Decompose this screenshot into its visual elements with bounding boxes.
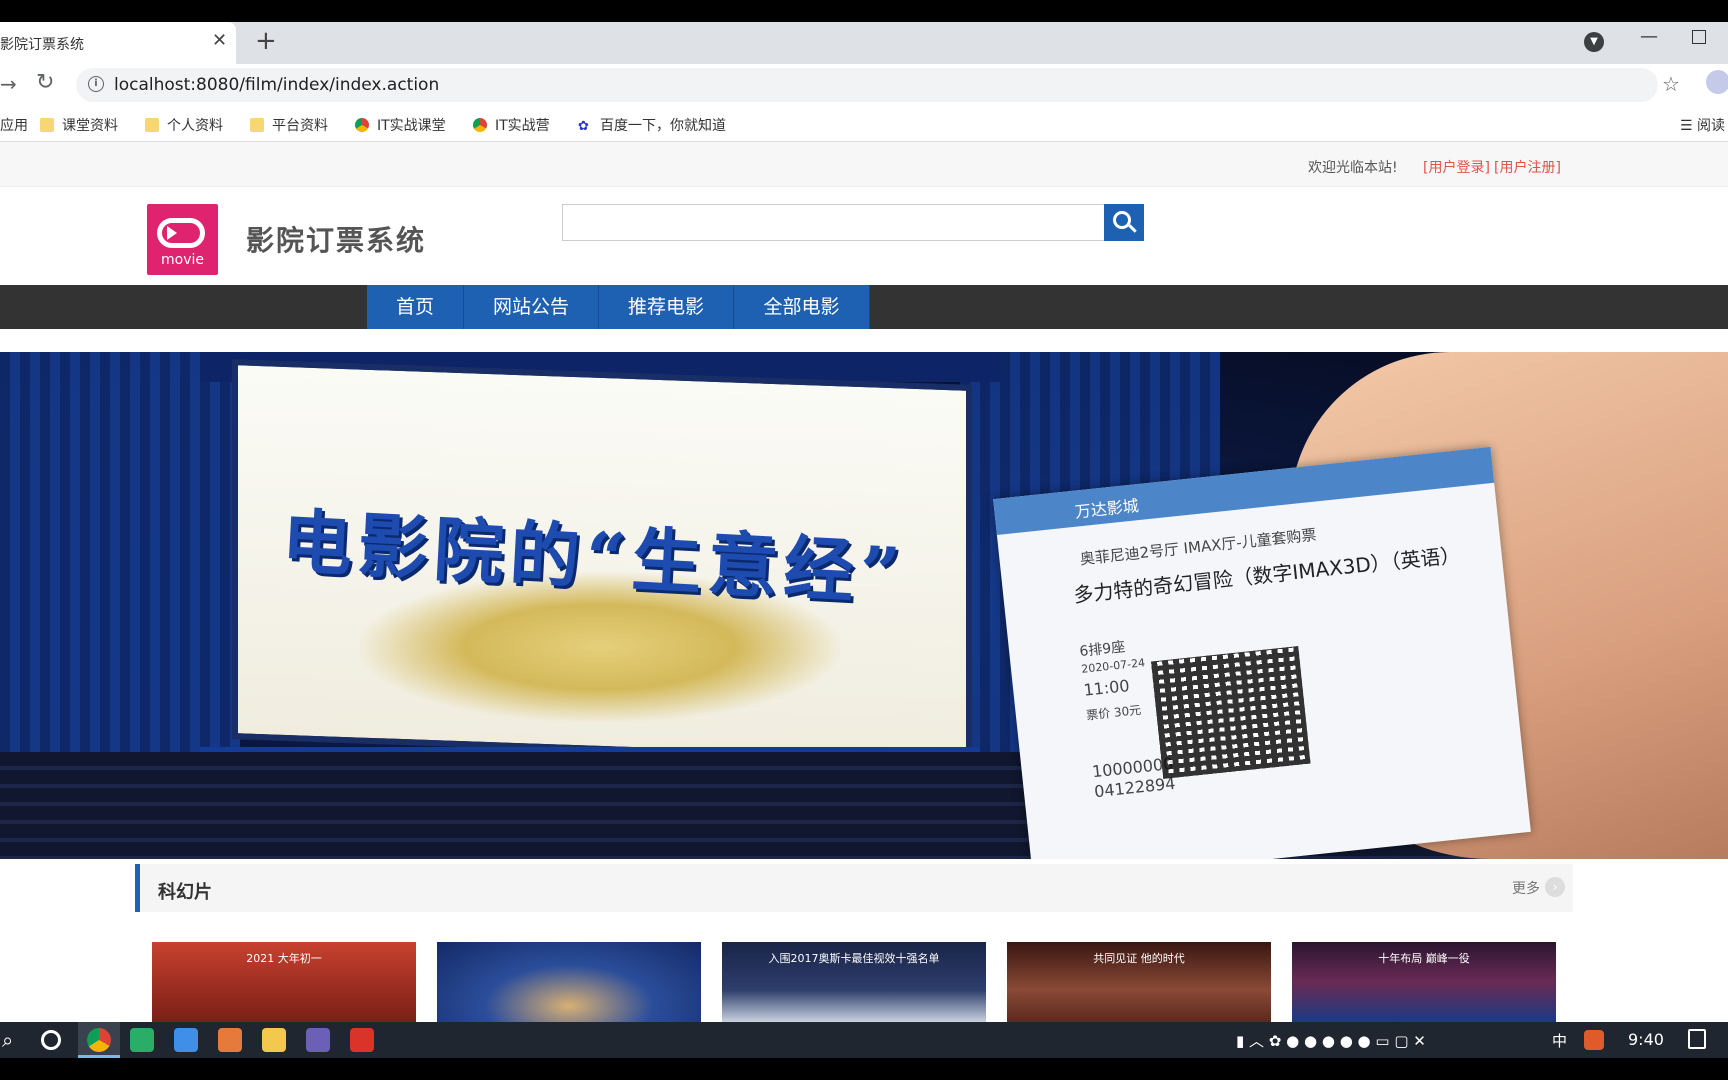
address-bar[interactable]: i localhost:8080/film/index/index.action… [76,68,1680,102]
taskbar-clock[interactable]: 9:40 [1628,1030,1664,1049]
wps-icon[interactable] [350,1028,374,1052]
app-purple-icon[interactable] [306,1028,330,1052]
bookmark-personal[interactable]: 个人资料 [145,115,223,135]
folder-icon [40,118,54,132]
site-logo[interactable]: movie [147,204,218,275]
more-link[interactable]: 更多 [1512,878,1540,898]
tray-icons[interactable]: ▮ ︿ ✿ ● ● ● ● ● ▭ ▢ ✕ [1236,1030,1426,1051]
bookmark-it-classroom[interactable]: IT实战课堂 [355,115,446,135]
edge-icon[interactable] [174,1028,198,1052]
chrome-icon [355,118,369,132]
bookmark-label: 课堂资料 [62,118,118,134]
hero-banner[interactable]: 电影院的“生意经” 万达影城 奥菲尼迪2号厅 IMAX厅-儿童套购票 多力特的奇… [0,352,1728,859]
search-button[interactable] [1104,204,1144,241]
chrome-icon [87,1028,111,1052]
browser-toolbar: → ↻ i localhost:8080/film/index/index.ac… [0,64,1728,106]
ticket-time: 11:00 [1082,676,1131,700]
reading-list-button[interactable]: ☰ 阅读 [1680,115,1725,135]
bookmarks-bar: 应用 课堂资料 个人资料 平台资料 IT实战课堂 IT实战营 ✿ 百度一下，你就知… [0,106,1728,142]
reading-list-label: 阅读 [1697,118,1726,134]
bookmark-it-camp[interactable]: IT实战营 [473,115,550,135]
register-link[interactable]: [用户注册] [1494,157,1561,177]
site-info-icon[interactable]: i [88,76,104,92]
more-arrow-icon[interactable]: › [1545,877,1565,897]
ime-indicator[interactable]: 中 [1552,1030,1567,1051]
new-tab-button[interactable]: + [255,26,277,56]
play-icon [167,226,177,240]
sogou-ime-icon[interactable] [1584,1030,1604,1050]
web-page: 欢迎光临本站! [用户登录] [用户注册] movie 影院订票系统 首页 网站… [0,142,1728,1022]
cortana-icon[interactable] [41,1030,61,1050]
nav-all-movies[interactable]: 全部电影 [734,285,870,329]
site-title: 影院订票系统 [246,224,427,257]
qr-code [1150,646,1311,779]
browser-tab-strip: 影院订票系统 ✕ + ▼ — [0,22,1728,64]
login-link[interactable]: [用户登录] [1423,157,1490,177]
top-info-bar: 欢迎光临本站! [用户登录] [用户注册] [0,142,1728,187]
site-header: movie 影院订票系统 [0,187,1728,285]
bookmark-classroom[interactable]: 课堂资料 [40,115,118,135]
bookmark-label: 平台资料 [272,118,328,134]
app-icon[interactable] [218,1028,242,1052]
tab-title: 影院订票系统 [0,37,84,53]
movie-ticket: 万达影城 奥菲尼迪2号厅 IMAX厅-儿童套购票 多力特的奇幻冒险（数字IMAX… [993,446,1531,859]
folder-icon [250,118,264,132]
bookmark-label: 个人资料 [167,118,223,134]
screen-top-border [0,0,1728,22]
browser-tab[interactable]: 影院订票系统 ✕ [0,22,236,64]
bookmark-label: 应用 [0,118,28,134]
screen: 影院订票系统 ✕ + ▼ — → ↻ i localhost:8080/film… [0,0,1728,1080]
poster-caption: 入围2017奥斯卡最佳视效十强名单 [768,952,940,965]
ticket-seat: 6排9座 [1078,639,1127,660]
profile-avatar[interactable] [1706,70,1728,94]
movie-poster-4[interactable]: 共同见证 他的时代 [1007,942,1271,1022]
bookmark-label: IT实战营 [495,118,550,134]
wechat-icon[interactable] [130,1028,154,1052]
scifi-section-header: 科幻片 更多 › [135,864,1573,912]
search-input[interactable] [562,204,1105,241]
tab-close-icon[interactable]: ✕ [212,30,227,51]
tab-search-icon[interactable]: ▼ [1584,32,1604,52]
poster-caption: 共同见证 他的时代 [1093,952,1185,965]
search-icon-handle [1128,224,1137,233]
taskbar-search-icon[interactable]: ⌕ [2,1028,13,1052]
bookmark-star-icon[interactable]: ☆ [1662,72,1680,96]
poster-caption: 2021 大年初一 [246,952,322,965]
movie-poster-3[interactable]: 入围2017奥斯卡最佳视效十强名单 [722,942,986,1022]
bookmark-label: 百度一下，你就知道 [600,118,726,134]
logo-ring-icon [157,218,205,248]
movie-poster-1[interactable]: 2021 大年初一 [152,942,416,1022]
notification-center-icon[interactable] [1688,1029,1706,1049]
windows-taskbar: ⌕ ▮ ︿ ✿ ● ● ● ● ● ▭ ▢ ✕ 中 9:40 [0,1022,1728,1058]
restore-button[interactable] [1692,30,1706,44]
welcome-text: 欢迎光临本站! [1308,160,1398,176]
chrome-icon [473,118,487,132]
ticket-brand: 万达影城 [1073,496,1140,522]
minimize-button[interactable]: — [1640,26,1658,47]
movie-poster-5[interactable]: 十年布局 巅峰一役 [1292,942,1556,1022]
url-text[interactable]: localhost:8080/film/index/index.action [114,75,439,95]
ticket-price: 票价 30元 [1085,702,1142,723]
nav-recommended[interactable]: 推荐电影 [599,285,734,329]
taskbar-chrome-active[interactable] [78,1022,120,1058]
reload-button[interactable]: ↻ [36,70,54,95]
logo-text: movie [161,252,204,268]
bookmark-label: IT实战课堂 [377,118,446,134]
poster-caption: 十年布局 巅峰一役 [1378,952,1470,965]
screen-bottom-border [0,1058,1728,1080]
bookmark-platform[interactable]: 平台资料 [250,115,328,135]
baidu-icon: ✿ [578,119,589,134]
forward-button[interactable]: → [0,72,17,96]
nav-home[interactable]: 首页 [367,285,464,329]
bookmark-baidu[interactable]: ✿ 百度一下，你就知道 [578,115,726,135]
main-nav: 首页 网站公告 推荐电影 全部电影 [0,285,1728,329]
poster-image [437,942,701,1022]
folder-icon [145,118,159,132]
nav-announcements[interactable]: 网站公告 [464,285,599,329]
file-explorer-icon[interactable] [262,1028,286,1052]
bookmark-apps[interactable]: 应用 [0,115,28,135]
section-title: 科幻片 [158,882,212,903]
movie-poster-2[interactable] [437,942,701,1022]
